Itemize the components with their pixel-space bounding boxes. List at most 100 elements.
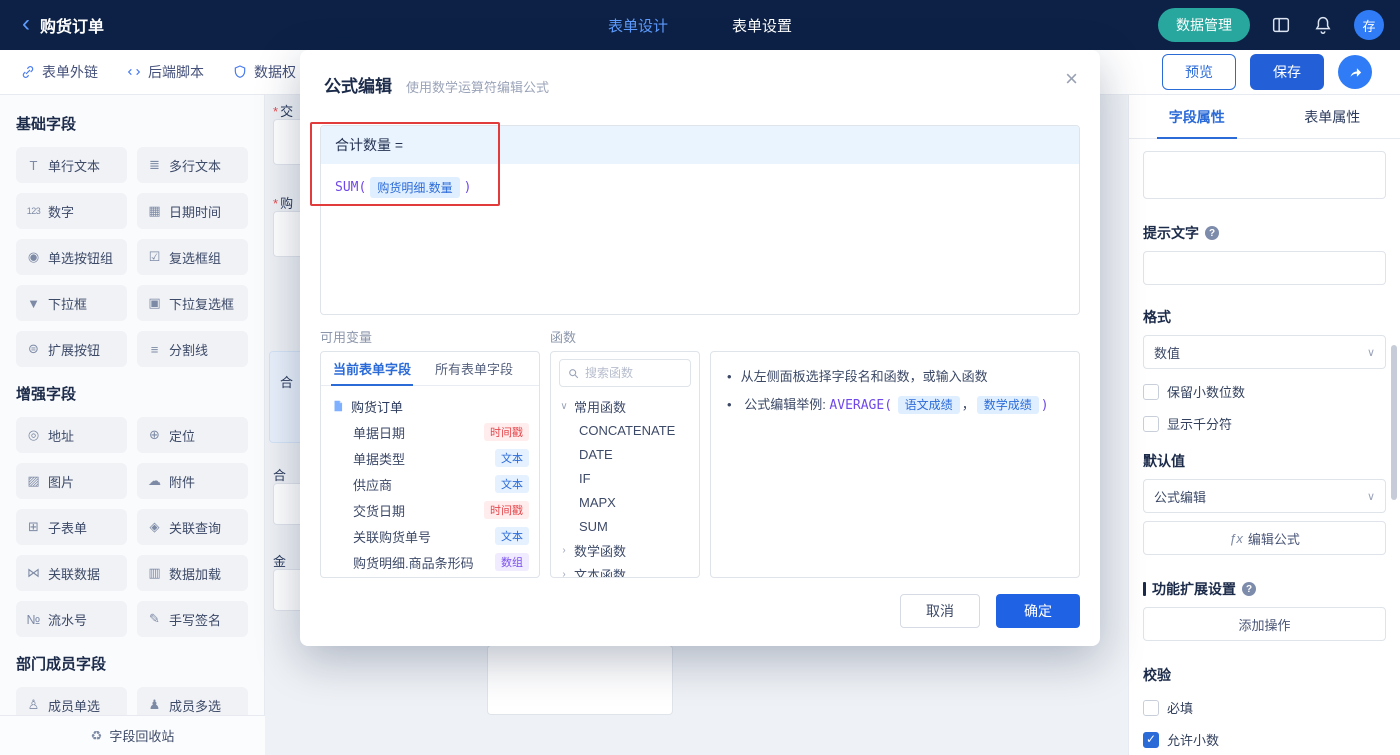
tab-form-settings[interactable]: 表单设置	[732, 15, 792, 36]
tab-form-design[interactable]: 表单设计	[608, 15, 668, 36]
field-item-related-data[interactable]: ⋈ 关联数据	[16, 555, 127, 591]
variables-column: 可用变量 当前表单字段 所有表单字段 购货订单 单据日期 时间戳 单据类型 文本 供…	[320, 327, 540, 578]
data-manage-button[interactable]: 数据管理	[1158, 8, 1250, 42]
field-item-divider[interactable]: ≡ 分割线	[137, 331, 248, 367]
help-separator: ，	[961, 397, 975, 413]
cancel-button[interactable]: 取消	[900, 594, 980, 628]
field-item-datetime[interactable]: ▦ 日期时间	[137, 193, 248, 229]
default-value-select[interactable]: 公式编辑 ∨	[1143, 479, 1386, 513]
back-icon[interactable]: ‹	[22, 11, 30, 36]
formula-field-chip[interactable]: 购货明细.数量	[370, 177, 460, 198]
formula-editor[interactable]: 合计数量 = SUM( 购货明细.数量 )	[320, 125, 1080, 315]
field-item-data-load[interactable]: ▥ 数据加载	[137, 555, 248, 591]
type-badge: 文本	[495, 475, 529, 493]
tab-form-properties[interactable]: 表单属性	[1265, 95, 1400, 138]
function-item-mapx[interactable]: MAPX	[559, 490, 691, 514]
function-item-if[interactable]: IF	[559, 466, 691, 490]
variable-name: 单据类型	[353, 451, 406, 467]
function-item-date[interactable]: DATE	[559, 442, 691, 466]
formula-function: SUM(	[335, 180, 367, 195]
checkbox-thousand-separator[interactable]: 显示千分符	[1143, 414, 1386, 433]
help-text: 从左侧面板选择字段名和函数，或输入函数	[740, 369, 988, 384]
panel-empty-input[interactable]	[1143, 151, 1386, 199]
save-button[interactable]: 保存	[1250, 54, 1324, 90]
field-item-attachment[interactable]: ☁ 附件	[137, 463, 248, 499]
variable-name: 关联购货单号	[353, 529, 432, 545]
tab-all-form-fields[interactable]: 所有表单字段	[423, 352, 525, 385]
field-label: 流水号	[48, 612, 88, 628]
button-label: 添加操作	[1238, 617, 1291, 633]
help-icon[interactable]: ?	[1205, 226, 1219, 240]
backend-script-button[interactable]: 后端脚本	[126, 62, 204, 82]
formula-target: 合计数量 =	[321, 126, 1079, 164]
function-group-text[interactable]: › 文本函数	[559, 562, 691, 578]
basic-fields-grid: T 单行文本 ≣ 多行文本 123 数字 ▦ 日期时间 ◉ 单选按钮组 ☑ 复选框组 ▼ 下拉…	[16, 147, 248, 367]
canvas-input[interactable]	[487, 645, 673, 715]
variable-row[interactable]: 关联购货单号 文本	[331, 523, 529, 549]
image-icon: ▨	[27, 473, 40, 488]
add-action-button[interactable]: 添加操作	[1143, 607, 1386, 641]
field-label: 关联查询	[169, 520, 222, 536]
canvas-field-label: 合	[280, 375, 293, 390]
field-item-subform[interactable]: ⊞ 子表单	[16, 509, 127, 545]
field-item-checkbox-group[interactable]: ☑ 复选框组	[137, 239, 248, 275]
dropdown-multi-icon: ▣	[148, 295, 161, 310]
field-item-number[interactable]: 123 数字	[16, 193, 127, 229]
example-function: AVERAGE(	[829, 398, 893, 414]
tree-root-form[interactable]: 购货订单	[331, 393, 529, 419]
field-item-location[interactable]: ⊕ 定位	[137, 417, 248, 453]
variable-row[interactable]: 购货明细.商品条形码 数组	[331, 549, 529, 575]
function-item-concatenate[interactable]: CONCATENATE	[559, 418, 691, 442]
edit-formula-button[interactable]: ƒx 编辑公式	[1143, 521, 1386, 555]
help-icon[interactable]: ?	[1242, 582, 1256, 596]
type-badge: 时间戳	[484, 423, 529, 441]
form-external-link-button[interactable]: 表单外链	[20, 62, 98, 82]
checkbox-keep-decimal-places[interactable]: 保留小数位数	[1143, 382, 1386, 401]
field-item-single-line-text[interactable]: T 单行文本	[16, 147, 127, 183]
function-search-input[interactable]	[585, 366, 683, 380]
field-item-related-query[interactable]: ◈ 关联查询	[137, 509, 248, 545]
scrollbar-thumb[interactable]	[1391, 345, 1397, 500]
function-search[interactable]	[559, 359, 691, 387]
field-item-signature[interactable]: ✎ 手写签名	[137, 601, 248, 637]
close-icon[interactable]: ×	[1065, 68, 1078, 90]
function-group-common[interactable]: ∨ 常用函数	[559, 394, 691, 418]
field-item-dropdown-multi[interactable]: ▣ 下拉复选框	[137, 285, 248, 321]
modal-footer: 取消 确定	[900, 594, 1080, 628]
field-label: 成员单选	[48, 698, 101, 714]
functions-label: 函数	[550, 330, 577, 345]
checkbox-allow-decimal[interactable]: 允许小数	[1143, 730, 1386, 749]
tab-current-form-fields[interactable]: 当前表单字段	[321, 352, 423, 386]
variable-row[interactable]: 单据日期 时间戳	[331, 419, 529, 445]
field-item-extend-button[interactable]: ⊜ 扩展按钮	[16, 331, 127, 367]
variable-row[interactable]: 单据类型 文本	[331, 445, 529, 471]
datetime-icon: ▦	[148, 203, 161, 218]
preview-button[interactable]: 预览	[1162, 54, 1236, 90]
format-select[interactable]: 数值 ∨	[1143, 335, 1386, 369]
field-item-serial-number[interactable]: № 流水号	[16, 601, 127, 637]
variable-row[interactable]: 供应商 文本	[331, 471, 529, 497]
data-permission-button[interactable]: 数据权	[232, 62, 296, 82]
bell-icon[interactable]	[1312, 14, 1334, 36]
hint-text-input[interactable]	[1143, 251, 1386, 285]
field-label: 分割线	[169, 342, 209, 358]
group-label: 文本函数	[574, 567, 627, 578]
tab-field-properties[interactable]: 字段属性	[1129, 95, 1265, 139]
field-item-radio-group[interactable]: ◉ 单选按钮组	[16, 239, 127, 275]
variable-row[interactable]: 交货日期 时间戳	[331, 497, 529, 523]
field-item-dropdown[interactable]: ▼ 下拉框	[16, 285, 127, 321]
formula-edit-modal: 公式编辑 使用数学运算符编辑公式 × 合计数量 = SUM( 购货明细.数量 )…	[300, 50, 1100, 646]
field-recycle-bin[interactable]: ♻ 字段回收站	[0, 715, 265, 755]
board-icon[interactable]	[1270, 14, 1292, 36]
share-button[interactable]	[1338, 55, 1372, 89]
field-item-multi-line-text[interactable]: ≣ 多行文本	[137, 147, 248, 183]
function-group-math[interactable]: › 数学函数	[559, 538, 691, 562]
confirm-button[interactable]: 确定	[996, 594, 1080, 628]
function-item-sum[interactable]: SUM	[559, 514, 691, 538]
checkbox-required[interactable]: 必填	[1143, 698, 1386, 717]
field-item-image[interactable]: ▨ 图片	[16, 463, 127, 499]
functions-panel: ∨ 常用函数 CONCATENATE DATE IF MAPX SUM › 数学…	[550, 351, 700, 578]
formula-expression[interactable]: SUM( 购货明细.数量 )	[321, 164, 1079, 211]
field-item-address[interactable]: ◎ 地址	[16, 417, 127, 453]
avatar[interactable]: 存	[1354, 10, 1384, 40]
